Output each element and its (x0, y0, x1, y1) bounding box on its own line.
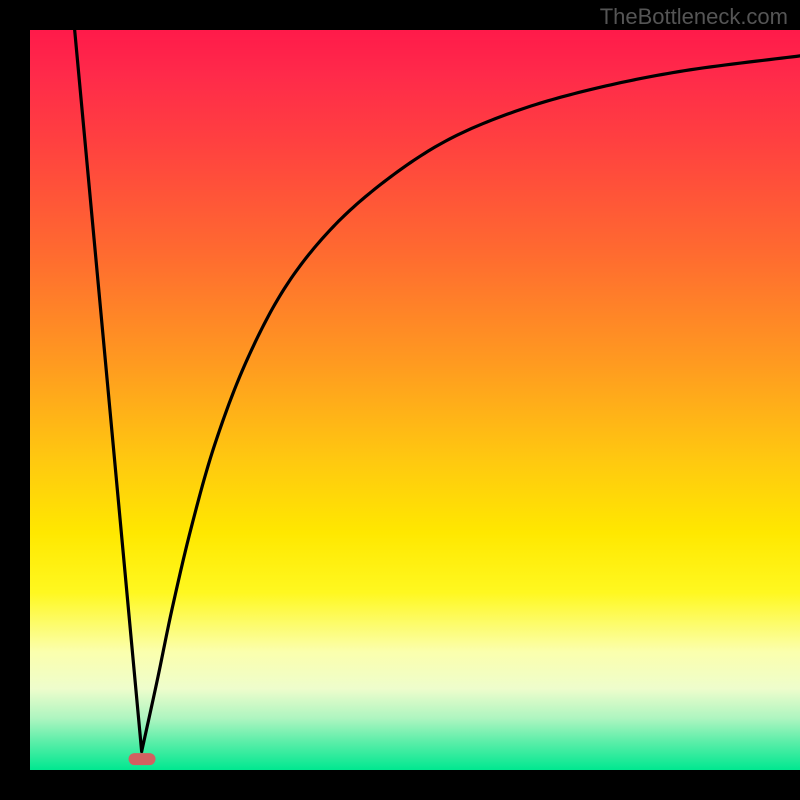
bottleneck-curve (30, 30, 800, 770)
optimal-marker (128, 753, 155, 765)
plot-area (30, 30, 800, 770)
chart-container: TheBottleneck.com (0, 0, 800, 800)
watermark-text: TheBottleneck.com (600, 4, 788, 30)
